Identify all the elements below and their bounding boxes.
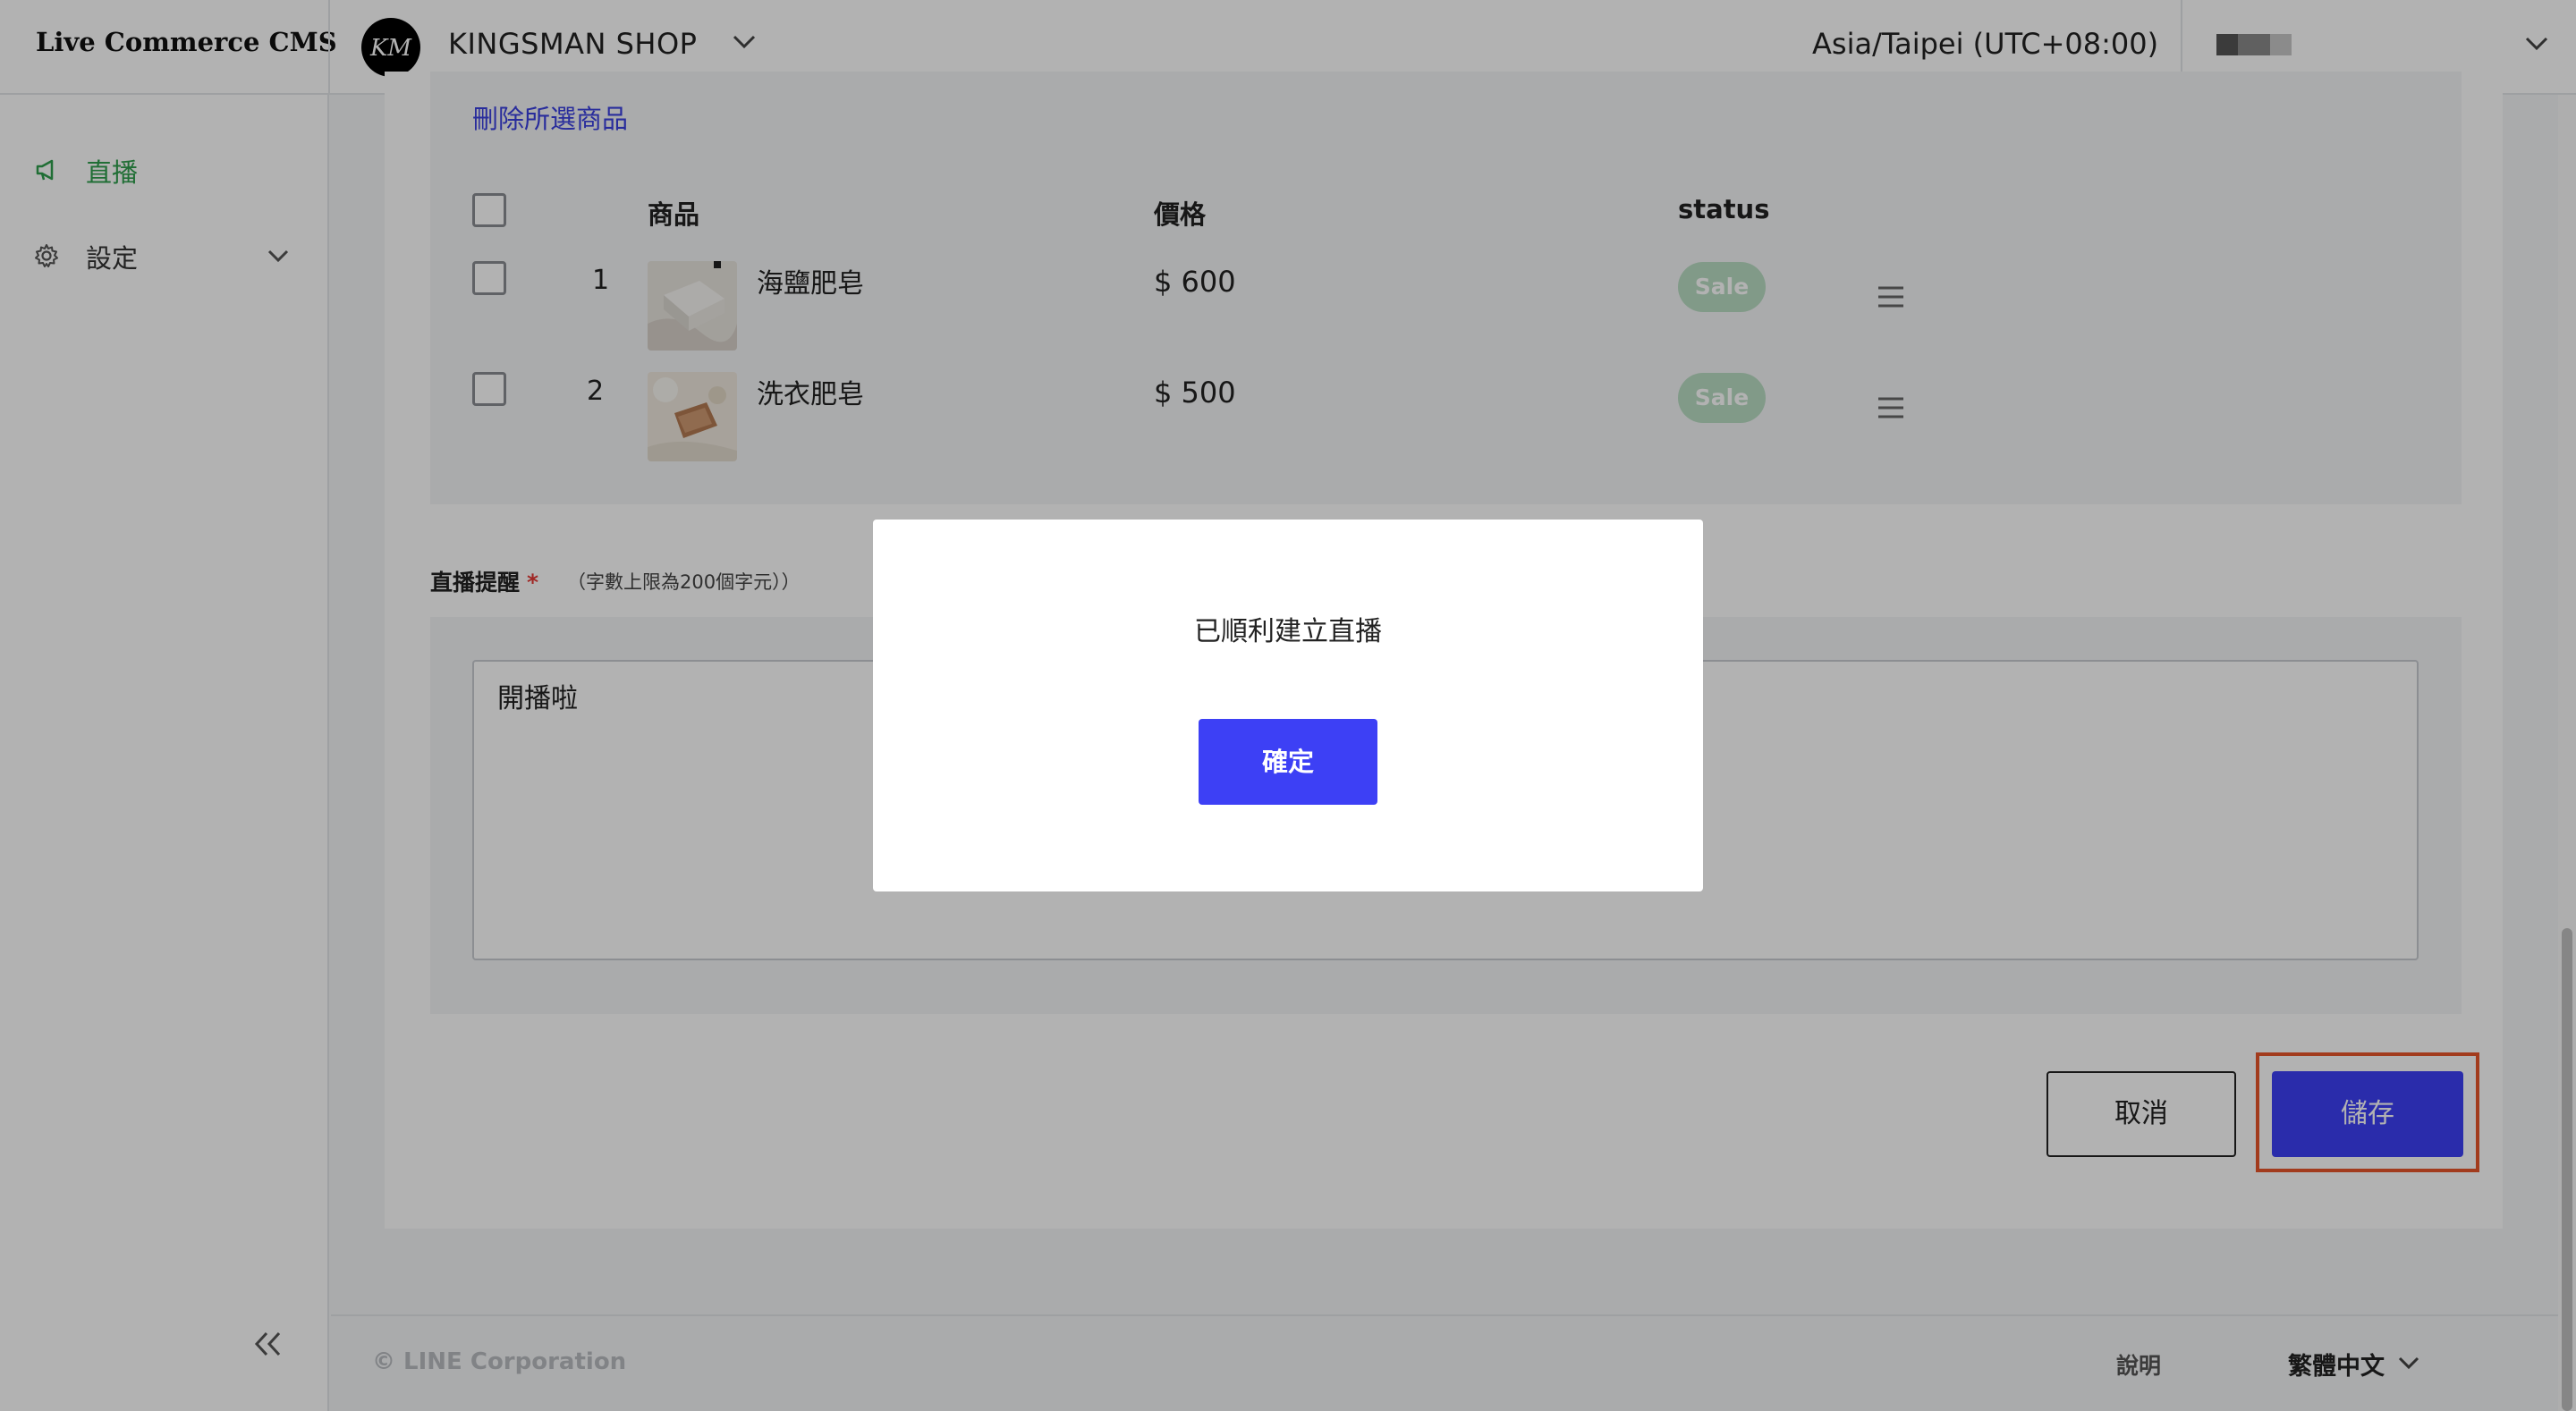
dialog-message: 已順利建立直播 <box>1194 616 1382 647</box>
success-dialog: 已順利建立直播 確定 <box>873 520 1703 891</box>
confirm-button[interactable]: 確定 <box>1199 719 1377 805</box>
